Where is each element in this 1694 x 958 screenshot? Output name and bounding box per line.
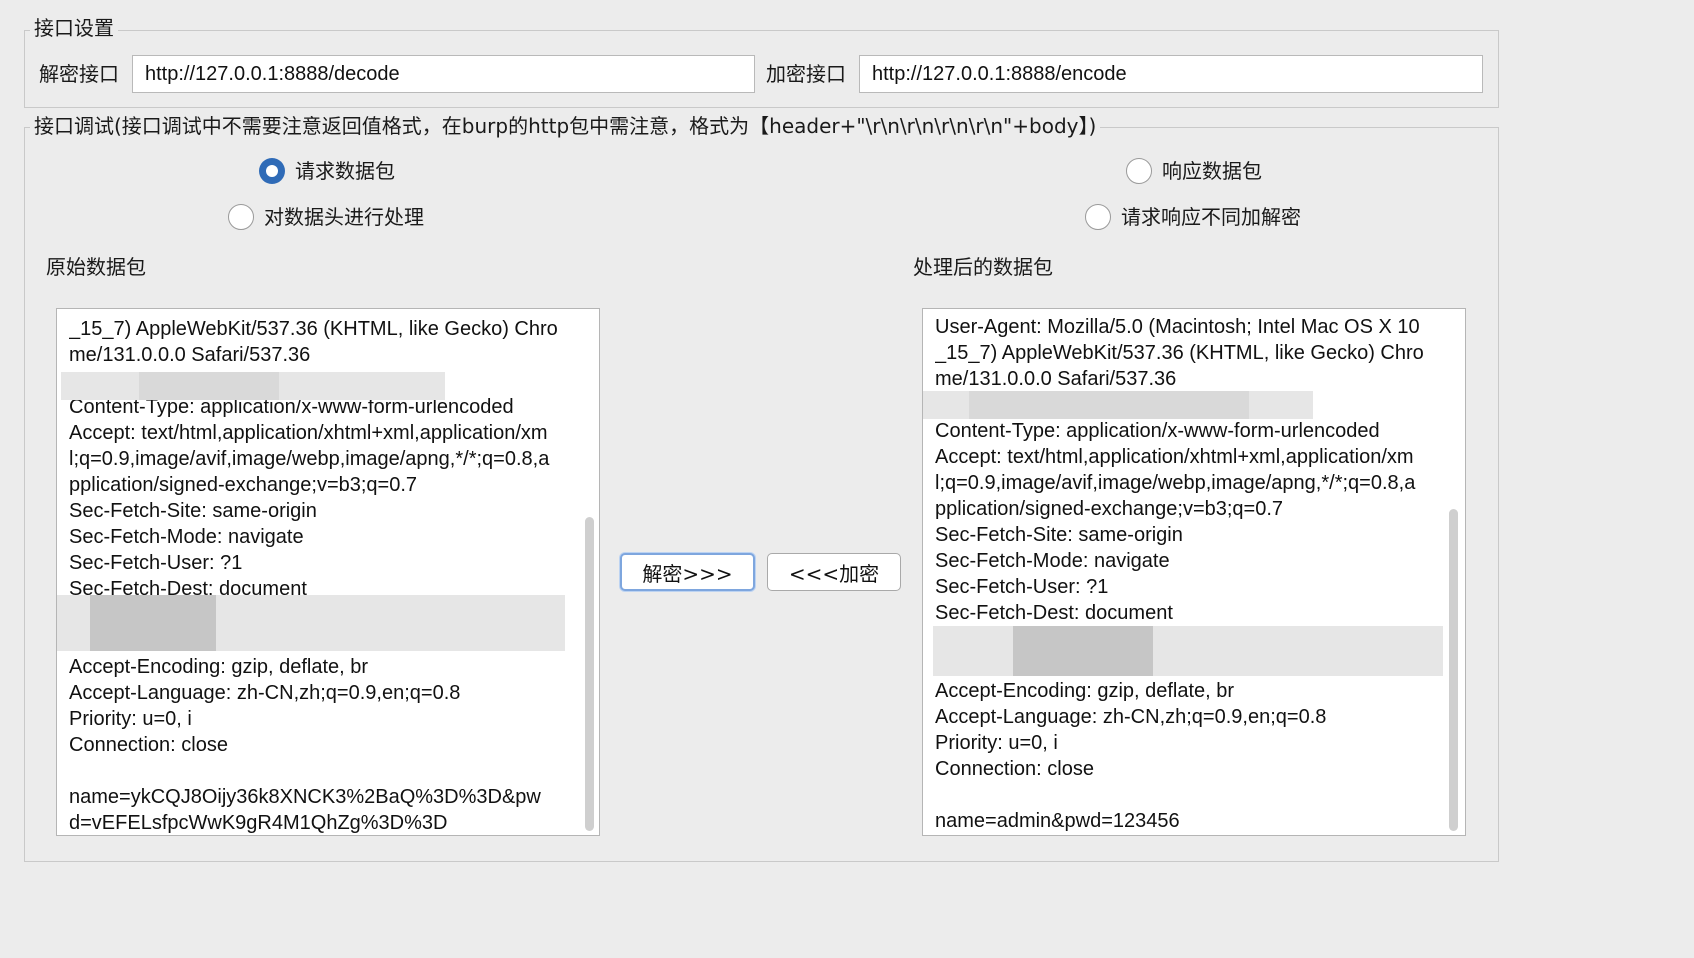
text-line: name=admin&pwd=123456 bbox=[935, 810, 1180, 832]
text-line: me/131.0.0.0 Safari/537.36 bbox=[935, 368, 1177, 390]
text-line: Accept-Encoding: gzip, deflate, br bbox=[935, 680, 1235, 702]
text-line: d=vEFELsfpcWwK9gR4M1QhZg%3D%3D bbox=[69, 812, 448, 834]
processed-packet-label: 处理后的数据包 bbox=[913, 255, 1053, 279]
text-line: Sec-Fetch-User: ?1 bbox=[935, 576, 1109, 598]
radio-unchecked-icon bbox=[1126, 158, 1152, 184]
processed-packet-textarea[interactable]: User-Agent: Mozilla/5.0 (Macintosh; Inte… bbox=[922, 308, 1466, 836]
radio-diff-label: 请求响应不同加解密 bbox=[1121, 205, 1301, 229]
radio-unchecked-icon bbox=[228, 204, 254, 230]
text-line: Priority: u=0, i bbox=[935, 732, 1058, 754]
radio-unchecked-icon bbox=[1085, 204, 1111, 230]
radio-request-label: 请求数据包 bbox=[295, 159, 395, 183]
radio-checked-icon bbox=[259, 158, 285, 184]
encrypt-interface-label: 加密接口 bbox=[766, 62, 846, 86]
text-line: pplication/signed-exchange;v=b3;q=0.7 bbox=[69, 474, 418, 496]
text-line: Priority: u=0, i bbox=[69, 708, 192, 730]
redacted-region bbox=[933, 626, 1443, 676]
scrollbar-thumb[interactable] bbox=[585, 517, 594, 831]
text-line: Connection: close bbox=[935, 758, 1094, 780]
text-line: User-Agent: Mozilla/5.0 (Macintosh; Inte… bbox=[935, 316, 1420, 338]
redacted-region bbox=[139, 372, 279, 400]
decrypt-button[interactable]: 解密>>> bbox=[620, 553, 755, 591]
text-line: me/131.0.0.0 Safari/537.36 bbox=[69, 344, 311, 366]
text-line bbox=[69, 758, 569, 784]
original-packet-label: 原始数据包 bbox=[46, 255, 146, 279]
radio-response-label: 响应数据包 bbox=[1162, 159, 1262, 183]
redacted-region bbox=[90, 595, 216, 651]
text-line: Sec-Fetch-Site: same-origin bbox=[69, 500, 317, 522]
text-line: name=ykCQJ8Oijy36k8XNCK3%2BaQ%3D%3D&pw bbox=[69, 786, 541, 808]
interface-debug-legend: 接口调试(接口调试中不需要注意返回值格式，在burp的http包中需注意，格式为… bbox=[30, 113, 1101, 139]
text-line: Accept: text/html,application/xhtml+xml,… bbox=[935, 446, 1414, 468]
text-line: Accept-Language: zh-CN,zh;q=0.9,en;q=0.8 bbox=[935, 706, 1327, 728]
text-line: _15_7) AppleWebKit/537.36 (KHTML, like G… bbox=[935, 342, 1424, 364]
text-line: Sec-Fetch-User: ?1 bbox=[69, 552, 243, 574]
original-packet-textarea[interactable]: _15_7) AppleWebKit/537.36 (KHTML, like G… bbox=[56, 308, 600, 836]
text-line: Connection: close bbox=[69, 734, 228, 756]
text-line: Sec-Fetch-Mode: navigate bbox=[935, 550, 1170, 572]
radio-header-label: 对数据头进行处理 bbox=[264, 205, 424, 229]
radio-process-header[interactable]: 对数据头进行处理 bbox=[228, 204, 424, 230]
radio-response-packet[interactable]: 响应数据包 bbox=[1126, 158, 1262, 184]
encrypt-button[interactable]: <<<加密 bbox=[767, 553, 901, 591]
scrollbar-thumb[interactable] bbox=[1449, 509, 1458, 831]
redacted-region bbox=[969, 391, 1249, 419]
text-line: Sec-Fetch-Mode: navigate bbox=[69, 526, 304, 548]
decrypt-interface-label: 解密接口 bbox=[39, 62, 119, 86]
encrypt-url-input[interactable] bbox=[859, 55, 1483, 93]
text-line: l;q=0.9,image/avif,image/webp,image/apng… bbox=[935, 472, 1416, 494]
redacted-region bbox=[1013, 626, 1153, 676]
text-line: Accept: text/html,application/xhtml+xml,… bbox=[69, 422, 548, 444]
text-line: Accept-Encoding: gzip, deflate, br bbox=[69, 656, 369, 678]
text-line: Sec-Fetch-Dest: document bbox=[935, 602, 1173, 624]
text-line: l;q=0.9,image/avif,image/webp,image/apng… bbox=[69, 448, 550, 470]
text-line: Accept-Language: zh-CN,zh;q=0.9,en;q=0.8 bbox=[69, 682, 461, 704]
text-line: Sec-Fetch-Site: same-origin bbox=[935, 524, 1183, 546]
text-line: Content-Type: application/x-www-form-url… bbox=[935, 420, 1380, 442]
interface-settings-legend: 接口设置 bbox=[30, 15, 118, 41]
radio-request-packet[interactable]: 请求数据包 bbox=[259, 158, 395, 184]
text-line: pplication/signed-exchange;v=b3;q=0.7 bbox=[935, 498, 1284, 520]
radio-different-crypto[interactable]: 请求响应不同加解密 bbox=[1085, 204, 1301, 230]
decrypt-url-input[interactable] bbox=[132, 55, 755, 93]
text-line: _15_7) AppleWebKit/537.36 (KHTML, like G… bbox=[69, 318, 558, 340]
text-line bbox=[935, 782, 1435, 808]
